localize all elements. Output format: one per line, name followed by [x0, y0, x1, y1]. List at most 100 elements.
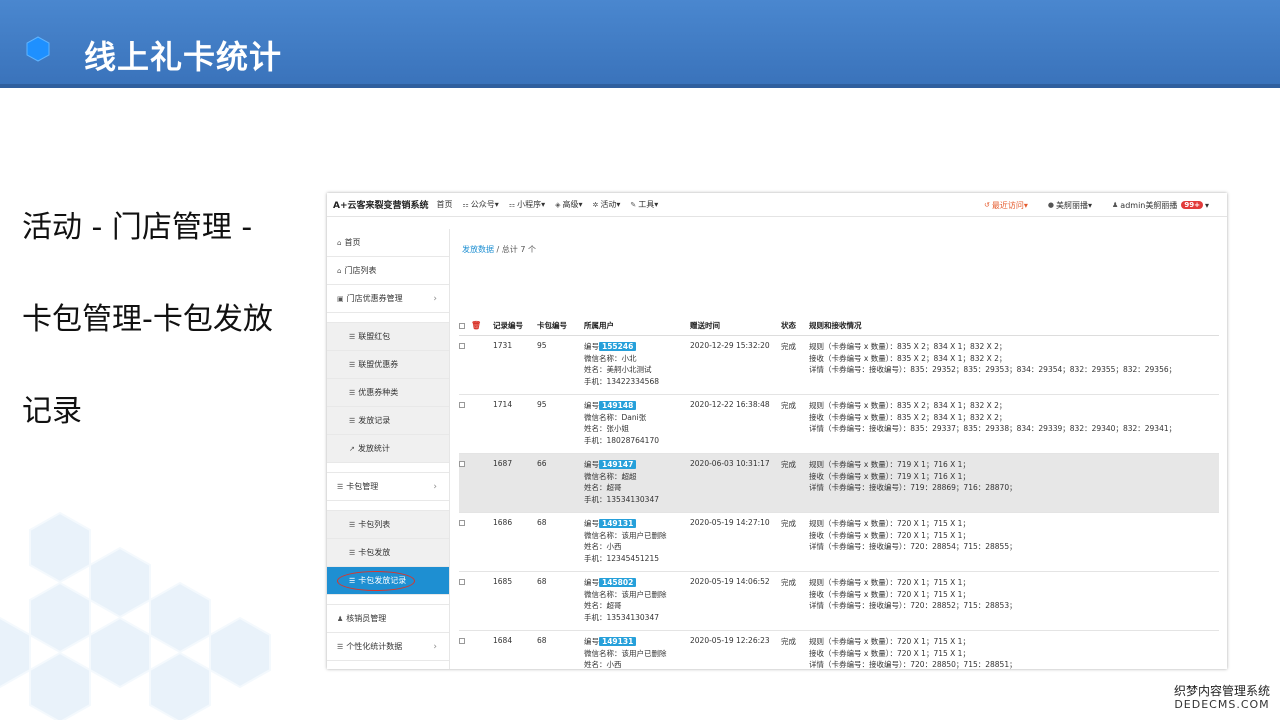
- user-number-badge[interactable]: 155246: [599, 342, 637, 351]
- nav-home[interactable]: 首页: [437, 199, 453, 210]
- row-checkbox[interactable]: [459, 343, 465, 349]
- row-checkbox[interactable]: [459, 402, 465, 408]
- chevron-right-icon: ›: [433, 641, 437, 652]
- record-id: 1731: [493, 341, 513, 350]
- sidebar-item-card-pack-issue[interactable]: ☰ 卡包发放: [327, 539, 449, 567]
- user-menu[interactable]: ♟ admin美舸丽播 99+ ▾: [1112, 200, 1209, 211]
- table-row[interactable]: 1687 66 编号 149147 微信名称：超超 姓名：超哥 手机：135341…: [459, 454, 1219, 513]
- nav-advanced[interactable]: ◈ 高级▾: [555, 199, 582, 210]
- sidebar-item-home[interactable]: ⌂ 首页: [327, 229, 449, 257]
- select-all-checkbox[interactable]: [459, 322, 465, 329]
- user-number-badge[interactable]: 149131: [599, 519, 637, 528]
- status: 完成: [781, 637, 796, 646]
- user-number-badge[interactable]: 145802: [599, 578, 637, 587]
- sidebar-item-alliance-coupon[interactable]: ☰ 联盟优惠券: [327, 351, 449, 379]
- left-text-line-1: 活动 - 门店管理 -: [22, 210, 253, 245]
- row-checkbox[interactable]: [459, 638, 465, 644]
- rule-line: 规则（卡券编号 x 数量）：835 X 2；834 X 1；832 X 2；: [809, 342, 1007, 351]
- left-text-line-2: 卡包管理-卡包发放: [22, 302, 273, 337]
- detail-line: 详情（卡券编号：接收编号）：835：29352；835：29353；834：29…: [809, 365, 1177, 374]
- store-label: 美舸丽播▾: [1056, 200, 1093, 210]
- table-row[interactable]: 1714 95 编号 149148 微信名称：Dani张 姓名：张小姐 手机：18…: [459, 395, 1219, 454]
- history-icon: ↺: [984, 201, 990, 209]
- sidebar-item-issue-records[interactable]: ☰ 发放记录: [327, 407, 449, 435]
- user-cell: 编号149131 微信名称：该用户已删除 姓名：小西 手机：1234545121…: [584, 518, 690, 564]
- sidebar-item-label: 卡包列表: [358, 520, 391, 529]
- row-select-cell: [459, 459, 471, 469]
- header-user: 所属用户: [584, 321, 614, 330]
- sidebar-item-label: 发放记录: [358, 416, 391, 425]
- sidebar-item-label: 个性化统计数据: [346, 642, 403, 651]
- sidebar-item-card-pack-list[interactable]: ☰ 卡包列表: [327, 511, 449, 539]
- sidebar-item-label: 首页: [344, 238, 361, 247]
- row-select-cell: [459, 341, 471, 351]
- sidebar-item-label: 门店列表: [344, 266, 377, 275]
- table-row[interactable]: 1731 95 编号 155246 微信名称：小北 姓名：美舸小北测试 手机：13…: [459, 336, 1219, 395]
- sidebar-item-store-list[interactable]: ⌂ 门店列表: [327, 257, 449, 285]
- table-body: 1731 95 编号 155246 微信名称：小北 姓名：美舸小北测试 手机：13…: [459, 336, 1219, 669]
- list-icon: ☰: [349, 360, 356, 369]
- receive-line: 接收（卡券编号 x 数量）：720 X 1；715 X 1；: [809, 530, 970, 540]
- nav-tools-label: 工具▾: [638, 200, 659, 209]
- sidebar-item-card-pack-management[interactable]: ☰ 卡包管理 ›: [327, 473, 449, 501]
- user-number-label: 编号: [584, 519, 599, 528]
- home-icon: ⌂: [337, 238, 342, 247]
- sidebar-item-issue-stats[interactable]: ↗ 发放统计: [327, 435, 449, 463]
- list-icon: ☰: [349, 388, 356, 397]
- brand-logo[interactable]: A+云客来裂变营销系统: [333, 198, 429, 211]
- record-id: 1685: [493, 577, 513, 586]
- sidebar-item-coupon-types[interactable]: ☰ 优惠券种类: [327, 379, 449, 407]
- sidebar-item-label: 联盟优惠券: [358, 360, 399, 369]
- wechat-name: 微信名称：Dani张: [584, 412, 647, 422]
- watermark-line1: 织梦内容管理系统: [1173, 684, 1270, 698]
- store-menu[interactable]: ● 美舸丽播▾: [1048, 200, 1092, 211]
- gift-time: 2020-12-29 15:32:20: [690, 341, 770, 350]
- header-delete-cell: 🗑: [471, 321, 493, 330]
- rule-line: 规则（卡券编号 x 数量）：835 X 2；834 X 1；832 X 2；: [809, 401, 1007, 410]
- gift-time: 2020-12-22 16:38:48: [690, 400, 770, 409]
- detail-line: 详情（卡券编号：接收编号）：720：28854；715：28855；: [809, 542, 1017, 551]
- sitemap-icon: ⚏: [462, 200, 469, 209]
- table-row[interactable]: 1686 68 编号 149131 微信名称：该用户已删除 姓名：小西 手机：12…: [459, 513, 1219, 572]
- recent-visits-menu[interactable]: ↺ 最近访问▾: [984, 200, 1028, 211]
- user-number-badge[interactable]: 149131: [599, 637, 637, 646]
- table-row[interactable]: 1685 68 编号 145802 微信名称：该用户已删除 姓名：超哥 手机：13…: [459, 572, 1219, 631]
- receive-line: 接收（卡券编号 x 数量）：720 X 1；715 X 1；: [809, 648, 970, 658]
- table-header: 🗑 记录编号 卡包编号 所属用户 赠送时间 状态 规则和接收情况: [459, 316, 1219, 336]
- sidebar-item-verifier-management[interactable]: ♟ 核销员管理: [327, 605, 449, 633]
- slide-title: 线上礼卡统计: [84, 38, 283, 76]
- row-checkbox[interactable]: [459, 461, 465, 467]
- hexagon-pattern-decoration: [0, 511, 271, 720]
- nav-official-account-label: 公众号▾: [470, 200, 499, 209]
- sidebar-item-label: 核销员管理: [346, 614, 387, 623]
- nav-tools[interactable]: ✎ 工具▾: [630, 199, 658, 210]
- status: 完成: [781, 401, 796, 410]
- sidebar-item-alliance-redpacket[interactable]: ☰ 联盟红包: [327, 323, 449, 351]
- nav-activity[interactable]: ✲ 活动▾: [593, 199, 621, 210]
- sidebar-item-label: 发放统计: [357, 444, 390, 453]
- table-row[interactable]: 1684 68 编号149131 微信名称：该用户已删除 姓名：小西 手机：12…: [459, 631, 1219, 669]
- user-label: admin美舸丽播: [1120, 200, 1178, 210]
- wrench-icon: ✎: [630, 200, 637, 209]
- sidebar-item-card-pack-issue-records[interactable]: ☰ 卡包发放记录: [327, 567, 449, 595]
- sidebar-item-label: 联盟红包: [358, 332, 391, 341]
- pack-id: 66: [537, 459, 547, 468]
- user-number-badge[interactable]: 149147: [599, 460, 637, 469]
- sidebar-item-store-coupon[interactable]: ▣ 门店优惠券管理 ›: [327, 285, 449, 313]
- user-number-badge[interactable]: 149148: [599, 401, 637, 410]
- red-highlight-ring: [337, 571, 415, 591]
- breadcrumb-link[interactable]: 发放数据: [462, 245, 494, 254]
- pack-id: 68: [537, 518, 547, 527]
- nav-mini-program[interactable]: ⚏ 小程序▾: [509, 199, 545, 210]
- list-icon: ☰: [349, 548, 356, 557]
- home-icon: ⌂: [337, 266, 342, 275]
- header-rules: 规则和接收情况: [809, 321, 862, 330]
- row-checkbox[interactable]: [459, 520, 465, 526]
- user-number-line: 编号 149131: [584, 636, 690, 648]
- nav-official-account[interactable]: ⚏ 公众号▾: [463, 199, 499, 210]
- sitemap-icon: ⚏: [508, 200, 516, 209]
- row-checkbox[interactable]: [459, 579, 465, 585]
- sidebar-item-custom-stats[interactable]: ☰ 个性化统计数据 ›: [327, 633, 449, 661]
- list-icon: ☰: [349, 520, 356, 529]
- trash-icon[interactable]: 🗑: [471, 321, 481, 330]
